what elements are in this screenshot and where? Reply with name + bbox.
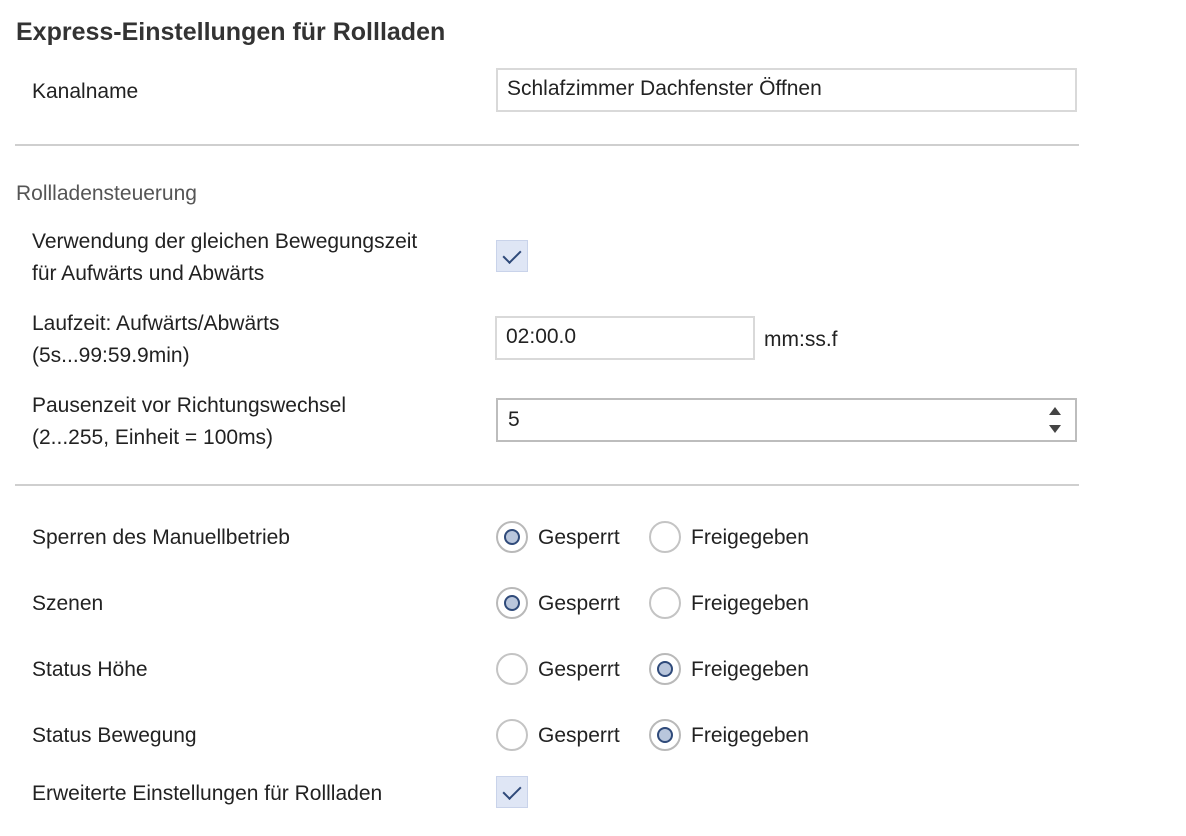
status-height-label: Status Höhe bbox=[32, 658, 148, 681]
manual-lock-label: Sperren des Manuellbetrieb bbox=[32, 526, 290, 549]
status-motion-released-radio[interactable] bbox=[649, 719, 681, 751]
radio-selected-dot bbox=[504, 595, 520, 611]
channel-name-label: Kanalname bbox=[32, 80, 139, 103]
page-title: Express-Einstellungen für Rollladen bbox=[16, 18, 446, 46]
pause-value: 5 bbox=[508, 408, 520, 431]
status-motion-locked-label[interactable]: Gesperrt bbox=[538, 720, 620, 752]
status-height-released-label[interactable]: Freigegeben bbox=[691, 654, 809, 686]
advanced-settings-label: Erweiterte Einstellungen für Rollladen bbox=[32, 782, 383, 805]
status-height-locked-radio[interactable] bbox=[496, 653, 528, 685]
arrow-down-icon[interactable] bbox=[1049, 425, 1061, 433]
runtime-label-line2: (5s...99:59.9min) bbox=[32, 344, 190, 367]
same-time-checkbox[interactable] bbox=[496, 240, 528, 272]
status-height-released-radio[interactable] bbox=[649, 653, 681, 685]
scenes-released-label[interactable]: Freigegeben bbox=[691, 588, 809, 620]
pause-spinbox[interactable]: 5 bbox=[496, 398, 1077, 442]
checkmark-icon bbox=[502, 244, 522, 265]
manual-released-label[interactable]: Freigegeben bbox=[691, 522, 809, 554]
radio-selected-dot bbox=[504, 529, 520, 545]
radio-selected-dot bbox=[657, 727, 673, 743]
status-height-locked-label[interactable]: Gesperrt bbox=[538, 654, 620, 686]
status-motion-label: Status Bewegung bbox=[32, 724, 197, 747]
pause-label-line1: Pausenzeit vor Richtungswechsel bbox=[32, 394, 346, 417]
arrow-up-icon[interactable] bbox=[1049, 407, 1061, 415]
scenes-locked-label[interactable]: Gesperrt bbox=[538, 588, 620, 620]
channel-name-input[interactable]: Schlafzimmer Dachfenster Öffnen bbox=[496, 68, 1077, 112]
scenes-locked-radio[interactable] bbox=[496, 587, 528, 619]
advanced-settings-checkbox[interactable] bbox=[496, 776, 528, 808]
manual-locked-label[interactable]: Gesperrt bbox=[538, 522, 620, 554]
runtime-unit: mm:ss.f bbox=[764, 328, 838, 351]
same-time-label-line2: für Aufwärts und Abwärts bbox=[32, 262, 265, 285]
status-motion-locked-radio[interactable] bbox=[496, 719, 528, 751]
section-title-rollladensteuerung: Rollladensteuerung bbox=[16, 182, 197, 205]
same-time-label-line1: Verwendung der gleichen Bewegungszeit bbox=[32, 230, 418, 253]
pause-label-line2: (2...255, Einheit = 100ms) bbox=[32, 426, 274, 449]
status-motion-released-label[interactable]: Freigegeben bbox=[691, 720, 809, 752]
scenes-released-radio[interactable] bbox=[649, 587, 681, 619]
checkmark-icon bbox=[502, 780, 522, 801]
runtime-input[interactable]: 02:00.0 bbox=[495, 316, 755, 360]
express-settings-page: Express-Einstellungen für Rollladen Kana… bbox=[0, 0, 1186, 836]
radio-selected-dot bbox=[657, 661, 673, 677]
spinner-arrows bbox=[1047, 404, 1063, 438]
divider bbox=[15, 484, 1079, 486]
scenes-label: Szenen bbox=[32, 592, 104, 615]
runtime-label-line1: Laufzeit: Aufwärts/Abwärts bbox=[32, 312, 280, 335]
divider bbox=[15, 144, 1079, 146]
manual-locked-radio[interactable] bbox=[496, 521, 528, 553]
manual-released-radio[interactable] bbox=[649, 521, 681, 553]
